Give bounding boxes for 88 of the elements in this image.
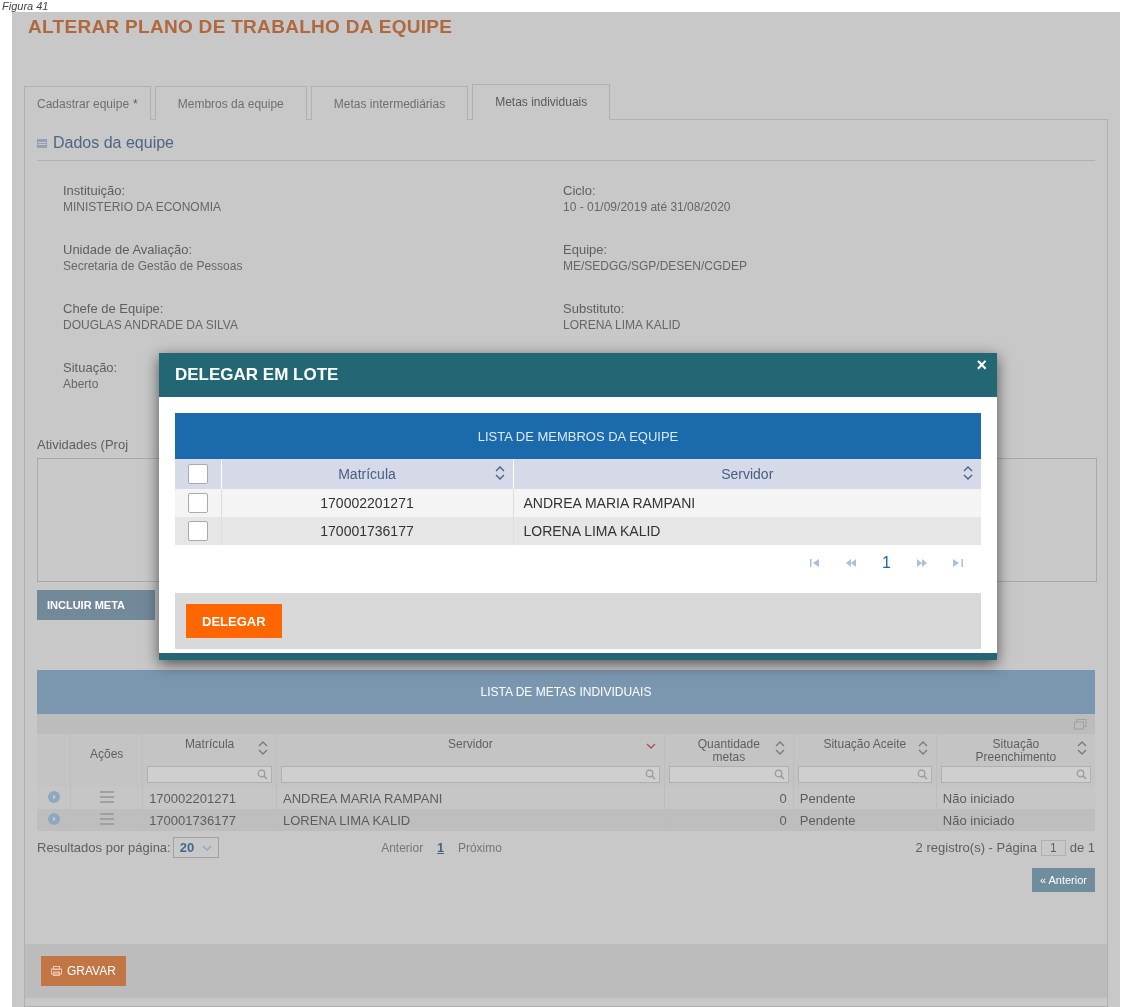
section-title: Dados da equipe [53,134,174,152]
table-cell: 170001736177 [142,809,277,831]
search-icon [644,769,656,780]
required-mark: * [133,96,138,111]
sort-icon[interactable] [1077,740,1087,756]
per-page-label: Resultados por página: [37,840,171,855]
chevron-down-icon [202,844,213,851]
search-icon [773,769,785,780]
printer-icon [51,966,62,976]
menu-icon[interactable] [99,812,114,825]
add-goal-button[interactable]: INCLUIR META [37,590,155,620]
field-label: Atividades (Proj [37,437,129,452]
field-label: Substituto: [563,301,625,316]
table-cell: ANDREA MARIA RAMPANI [513,489,981,517]
previous-link[interactable]: Anterior [381,840,424,855]
expand-icon[interactable] [47,790,60,803]
sort-descending-icon[interactable] [645,742,656,750]
page-title: ALTERAR PLANO DE TRABALHO DA EQUIPE [28,16,454,38]
sort-icon[interactable] [258,740,268,756]
search-icon [257,769,268,780]
column-header[interactable]: Quantidade metas [668,738,789,764]
filter-field[interactable] [668,766,789,783]
table-cell: Pendente [793,809,937,831]
table-title-bar: LISTA DE METAS INDIVIDUAIS [37,670,1095,714]
page-input[interactable]: 1 [1041,839,1066,856]
tab[interactable]: Membros da equipe [154,86,307,120]
checkbox[interactable] [187,464,208,484]
next-page-icon[interactable] [917,559,927,567]
previous-page-icon[interactable] [846,559,857,567]
page-total: de 1 [1069,840,1095,855]
field-value: Secretaria de Gestão de Pessoas [63,259,243,273]
column-header[interactable]: Ações [75,738,139,764]
field-label: Instituição: [63,183,126,198]
column-header[interactable]: Servidor [721,466,774,482]
checkbox[interactable] [187,521,208,541]
sort-icon[interactable] [917,740,928,756]
next-link[interactable]: Próximo [457,840,502,855]
table-cell: LORENA LIMA KALID [513,517,981,545]
menu-icon[interactable] [99,790,114,803]
field-value: Aberto [63,377,99,391]
column-header[interactable]: Situação Preenchimento [940,738,1091,764]
filter-field[interactable] [797,766,932,783]
columns-icon[interactable] [1074,718,1087,730]
table-title-bar: LISTA DE MEMBROS DA EQUIPE [175,413,981,459]
close-button[interactable]: × [974,355,989,376]
column-header[interactable]: Servidor [281,738,660,764]
checkbox[interactable] [187,493,208,513]
field-label: Ciclo: [563,183,596,198]
field-value: LORENA LIMA KALID [563,318,681,332]
filter-field[interactable] [940,766,1091,783]
field-value: DOUGLAS ANDRADE DA SILVA [63,318,238,332]
table-cell: 170001736177 [221,517,513,545]
field-label: Equipe: [563,242,608,257]
save-button[interactable]: GRAVAR [41,956,126,986]
page-link[interactable]: 1 [437,840,444,855]
table-cell: LORENA LIMA KALID [276,809,665,831]
search-icon [916,769,928,780]
page-number[interactable]: 1 [882,554,891,572]
table-cell: 170002201271 [221,489,513,517]
field-value: ME/SEDGG/SGP/DESEN/CGDEP [563,259,748,273]
column-header[interactable]: Matrícula [147,738,272,764]
last-page-icon[interactable] [953,559,963,567]
delegate-button[interactable]: DELEGAR [186,604,282,638]
field-label: Chefe de Equipe: [63,301,164,316]
field-label: Unidade de Avaliação: [63,242,193,257]
collapse-icon[interactable] [37,138,47,148]
per-page-select[interactable]: 20 [172,837,220,858]
figure-caption: Figura 41 [2,0,49,12]
dialog-title: DELEGAR EM LOTE [175,365,339,385]
field-value: 10 - 01/09/2019 até 31/08/2020 [563,200,731,214]
records-summary: 2 registro(s) - Página [915,840,1037,855]
expand-icon[interactable] [47,812,60,825]
tab[interactable]: Metas individuais [472,84,611,120]
sort-icon[interactable] [774,740,785,756]
filter-field[interactable] [147,766,272,783]
table-cell: Não iniciado [936,809,1095,831]
sort-icon[interactable] [494,465,505,481]
table-cell: 0 [664,809,794,831]
tab[interactable]: Metas intermediárias [310,86,469,120]
field-value: MINISTERIO DA ECONOMIA [63,200,221,214]
first-page-icon[interactable] [810,559,821,567]
filter-field[interactable] [281,766,660,783]
column-header[interactable]: Matrícula [338,466,396,482]
column-header[interactable]: Situação Aceite [797,738,932,764]
previous-button[interactable]: « Anterior [1031,868,1095,892]
field-label: Situação: [63,360,118,375]
search-icon [1076,769,1087,780]
sort-icon[interactable] [963,465,973,481]
